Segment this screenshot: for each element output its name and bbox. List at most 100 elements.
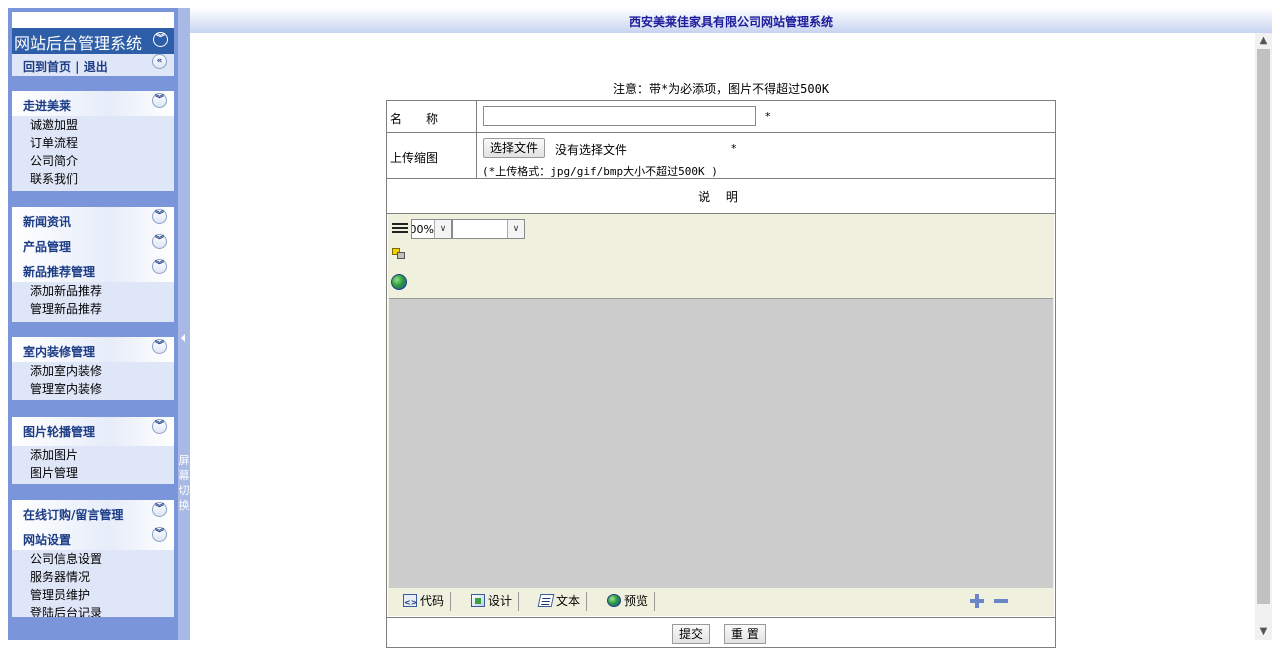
collapse-all-icon[interactable]: ︾: [153, 32, 168, 47]
thumbnail-label: 上传缩图: [390, 151, 439, 165]
screen-switch-strip[interactable]: 屏幕切换: [178, 8, 190, 640]
nav-item[interactable]: 诚邀加盟: [12, 116, 174, 134]
page-title: 西安美莱佳家具有限公司网站管理系统: [628, 15, 833, 29]
nav-item[interactable]: 公司信息设置: [12, 550, 174, 568]
text-mode-button[interactable]: 文本: [536, 592, 588, 611]
name-label-cell: 名 称: [387, 101, 477, 132]
nav-group-header[interactable]: 走进美莱 ︾: [12, 91, 174, 116]
double-chevron-down-icon[interactable]: ︾: [152, 527, 167, 542]
nav-group-title: 新品推荐管理: [23, 265, 96, 279]
align-icon[interactable]: [392, 223, 408, 235]
nav-group-header[interactable]: 新品推荐管理 ︾: [12, 257, 174, 282]
submit-button[interactable]: 提交: [672, 624, 711, 644]
collapse-left-arrow-icon[interactable]: [181, 334, 185, 342]
nav-group-carousel: 图片轮播管理 ︾ 添加图片 图片管理: [12, 417, 174, 484]
code-icon: [403, 594, 417, 612]
double-chevron-down-icon[interactable]: ︾: [152, 93, 167, 108]
required-mark: *: [765, 110, 771, 123]
design-mode-label: 设计: [488, 594, 513, 608]
form-notice: 注意：带*为必添项，图片不得超过500K: [612, 82, 830, 96]
preview-mode-label: 预览: [624, 594, 649, 608]
file-status: 没有选择文件: [555, 143, 628, 157]
nav-group-header[interactable]: 新闻资讯 ︾: [12, 207, 174, 232]
shrink-icon[interactable]: [994, 599, 1008, 603]
nav-group-header[interactable]: 室内装修管理 ︾: [12, 337, 174, 362]
home-links-box: 回到首页 | 退出 «: [12, 54, 174, 76]
text-mode-label: 文本: [556, 594, 581, 608]
enlarge-icon[interactable]: [970, 594, 984, 608]
double-chevron-down-icon[interactable]: ︾: [152, 209, 167, 224]
background-color-icon[interactable]: [392, 248, 406, 260]
name-label: 名 称: [390, 112, 439, 126]
nav-item[interactable]: 联系我们: [12, 170, 174, 188]
nav-item[interactable]: 管理员维护: [12, 586, 174, 604]
editor-mode-bar: 代码 设计 文本 预览: [388, 590, 1054, 614]
brand-block: 网站后台管理系统 ︾: [12, 12, 174, 54]
nav-group-title: 产品管理: [23, 240, 72, 254]
nav-group-title: 室内装修管理: [23, 345, 96, 359]
home-logout-links[interactable]: 回到首页 | 退出: [23, 58, 108, 75]
nav-group-decoration: 室内装修管理 ︾ 添加室内装修 管理室内装修: [12, 337, 174, 400]
nav-item[interactable]: 添加新品推荐: [12, 282, 174, 300]
submit-row: 提交 重 置: [387, 617, 1055, 648]
double-chevron-down-icon[interactable]: ︾: [152, 259, 167, 274]
name-row: 名 称 *: [387, 101, 1055, 133]
rich-text-editor: 100% ∨ ∨ 代码 设计 文本 预览: [388, 214, 1054, 616]
nav-group-title: 图片轮播管理: [23, 425, 96, 439]
double-chevron-down-icon[interactable]: ︾: [152, 419, 167, 434]
choose-file-button[interactable]: 选择文件: [483, 138, 546, 158]
thumbnail-row: 上传缩图 选择文件 没有选择文件 * (*上传格式：jpg/gif/bmp大小不…: [387, 133, 1055, 179]
thumbnail-label-cell: 上传缩图: [387, 133, 477, 178]
nav-group-block: 在线订购/留言管理 ︾ 网站设置 ︾ 公司信息设置 服务器情况 管理员维护 登陆…: [12, 500, 174, 617]
nav-group-title: 网站设置: [23, 533, 72, 547]
description-label: 说 明: [698, 190, 744, 204]
upload-format-hint: (*上传格式：jpg/gif/bmp大小不超过500K ): [482, 165, 718, 178]
required-mark: *: [731, 142, 737, 155]
double-chevron-down-icon[interactable]: ︾: [152, 502, 167, 517]
brand-title: 网站后台管理系统: [14, 34, 143, 53]
nav-group-about: 走进美莱 ︾ 诚邀加盟 订单流程 公司简介 联系我们: [12, 91, 174, 191]
globe-icon[interactable]: [391, 274, 407, 290]
nav-item[interactable]: 添加图片: [12, 446, 174, 464]
nav-group-header[interactable]: 产品管理 ︾: [12, 232, 174, 257]
name-input[interactable]: [483, 106, 756, 126]
reset-button[interactable]: 重 置: [724, 624, 766, 644]
zoom-value: 100%: [412, 223, 434, 236]
left-nav: 网站后台管理系统 ︾ 回到首页 | 退出 « 走进美莱 ︾ 诚邀加盟 订单流程 …: [8, 8, 178, 640]
double-chevron-down-icon[interactable]: ︾: [152, 339, 167, 354]
scrollbar-thumb[interactable]: [1257, 49, 1270, 604]
scroll-up-icon[interactable]: ▲: [1255, 33, 1272, 49]
vertical-scrollbar[interactable]: ▲ ▼: [1255, 33, 1272, 640]
top-bar: 西安美莱佳家具有限公司网站管理系统: [190, 8, 1272, 33]
design-icon: [471, 594, 485, 607]
nav-item[interactable]: 管理新品推荐: [12, 300, 174, 318]
zoom-select[interactable]: 100% ∨: [411, 219, 452, 239]
nav-item[interactable]: 登陆后台记录: [12, 604, 174, 617]
nav-group-title: 走进美莱: [23, 99, 72, 113]
screen-switch-label[interactable]: 屏幕切换: [178, 453, 190, 513]
nav-item[interactable]: 添加室内装修: [12, 362, 174, 380]
nav-group-header[interactable]: 图片轮播管理 ︾: [12, 417, 174, 446]
chevron-down-icon[interactable]: ∨: [507, 220, 524, 238]
nav-group-block: 新闻资讯 ︾ 产品管理 ︾ 新品推荐管理 ︾ 添加新品推荐 管理新品推荐: [12, 207, 174, 322]
text-icon: [537, 594, 555, 607]
double-chevron-down-icon[interactable]: ︾: [152, 234, 167, 249]
preview-mode-button[interactable]: 预览: [604, 592, 656, 611]
scroll-down-icon[interactable]: ▼: [1255, 624, 1272, 640]
nav-item[interactable]: 管理室内装修: [12, 380, 174, 398]
nav-item[interactable]: 订单流程: [12, 134, 174, 152]
double-chevron-left-icon[interactable]: «: [152, 54, 167, 69]
nav-group-header[interactable]: 网站设置 ︾: [12, 525, 174, 550]
design-mode-button[interactable]: 设计: [468, 592, 520, 611]
nav-item[interactable]: 服务器情况: [12, 568, 174, 586]
nav-group-header[interactable]: 在线订购/留言管理 ︾: [12, 500, 174, 525]
nav-group-title: 在线订购/留言管理: [23, 508, 124, 522]
chevron-down-icon[interactable]: ∨: [434, 220, 451, 238]
nav-item[interactable]: 图片管理: [12, 464, 174, 482]
font-select[interactable]: ∨: [452, 219, 525, 239]
preview-icon: [607, 594, 621, 607]
brand-bar: 网站后台管理系统 ︾: [12, 28, 174, 54]
code-mode-button[interactable]: 代码: [400, 592, 452, 612]
editor-content-area[interactable]: [389, 298, 1053, 588]
nav-item[interactable]: 公司简介: [12, 152, 174, 170]
